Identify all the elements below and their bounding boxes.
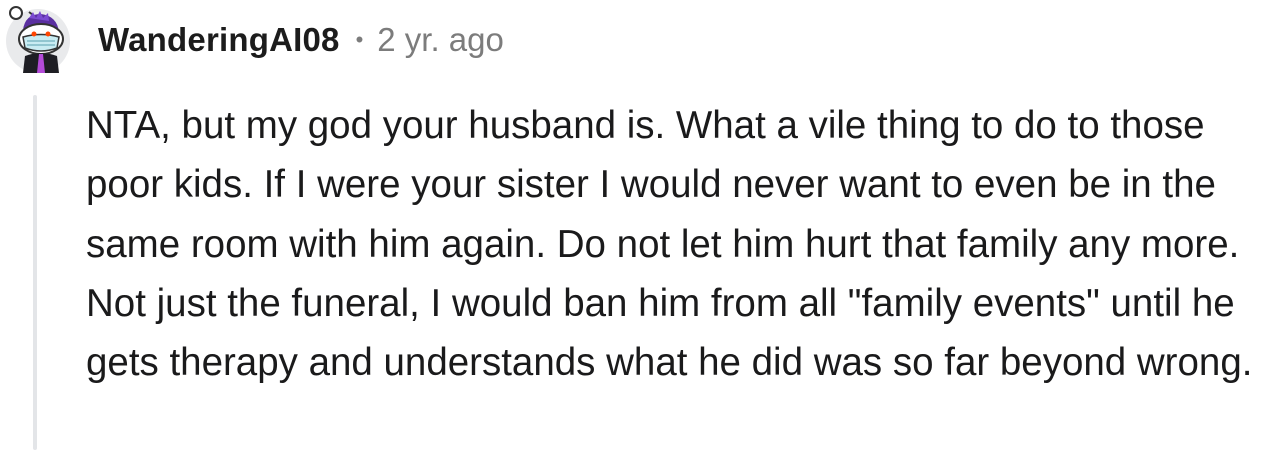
comment-timestamp[interactable]: 2 yr. ago (377, 21, 504, 59)
comment: WanderingAI08 • 2 yr. ago NTA, but my go… (0, 0, 1263, 450)
user-avatar-icon[interactable] (3, 4, 71, 74)
thread-line[interactable] (33, 95, 37, 450)
author-username[interactable]: WanderingAI08 (98, 21, 340, 59)
meta-separator: • (355, 27, 364, 52)
comment-header: WanderingAI08 • 2 yr. ago (98, 18, 504, 62)
comment-body: NTA, but my god your husband is. What a … (86, 104, 1253, 385)
